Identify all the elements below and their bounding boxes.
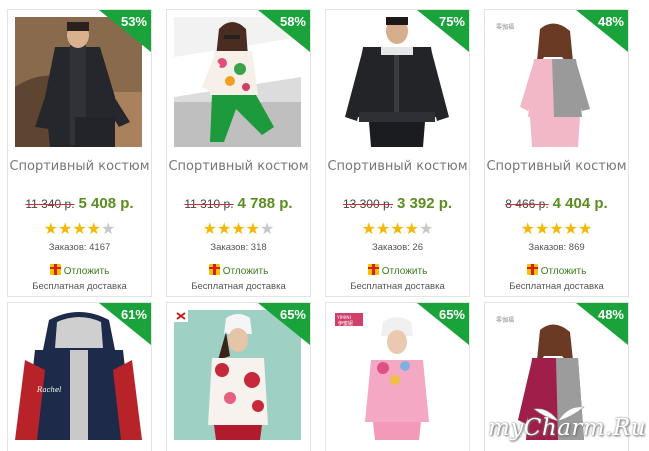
star-icon: ★ [549, 221, 564, 238]
rating-stars: ★★★★★ [485, 222, 628, 238]
old-price: 11 310 р. [184, 197, 234, 211]
discount-badge: 48% [576, 10, 628, 52]
discount-badge: 75% [417, 10, 469, 52]
product-card[interactable]: 58% Спортивный костюм 11 310 р. 4 788 р. … [166, 9, 311, 297]
svg-text:零伽福: 零伽福 [496, 316, 514, 324]
star-icon: ★ [43, 221, 58, 238]
star-icon: ★ [404, 221, 420, 238]
rating-stars: ★★★★★ [167, 222, 310, 238]
price-block: 11 340 р. 5 408 р. [8, 195, 151, 213]
shipping-info: Бесплатная доставка [509, 281, 604, 292]
defer-link[interactable]: Отложить [8, 264, 151, 277]
defer-label[interactable]: Отложить [541, 266, 587, 277]
product-title[interactable]: Спортивный костюм [8, 159, 151, 174]
product-card[interactable]: Rachel 61% [7, 302, 152, 451]
shipping-info: Бесплатная доставка [350, 281, 445, 292]
star-icon: ★ [72, 221, 87, 238]
current-price: 4 788 р. [237, 195, 293, 212]
current-price: 4 404 р. [552, 195, 608, 212]
product-card[interactable]: 53% Спортивный костюм 11 340 р. 5 408 р. … [7, 9, 152, 297]
defer-label[interactable]: Отложить [223, 266, 269, 277]
gift-icon [526, 264, 538, 275]
current-price: 5 408 р. [78, 195, 134, 212]
product-card[interactable]: YIMINI 伊蜜妮 65% [325, 302, 470, 451]
defer-label[interactable]: Отложить [64, 266, 110, 277]
shipping-info: Бесплатная доставка [32, 281, 127, 292]
star-icon: ★ [231, 221, 246, 238]
gift-icon [208, 264, 220, 275]
old-price: 8 466 р. [505, 197, 549, 211]
star-icon: ★ [361, 221, 376, 238]
rating-stars: ★★★★★ [326, 222, 469, 238]
gift-icon [367, 264, 379, 275]
star-icon: ★ [578, 221, 593, 238]
old-price: 13 300 р. [342, 197, 393, 211]
star-icon: ★ [202, 221, 217, 238]
orders-count: Заказов: 4167 [48, 242, 111, 253]
price-block: 11 310 р. 4 788 р. [167, 195, 310, 213]
product-title[interactable]: Спортивный костюм [326, 159, 469, 174]
rating-stars: ★★★★★ [8, 222, 151, 238]
price-block: 13 300 р. 3 392 р. [326, 195, 469, 213]
star-empty-icon: ★ [260, 221, 275, 238]
star-icon: ★ [563, 221, 579, 238]
orders-count: Заказов: 869 [528, 242, 585, 253]
watermark-text: myCharm.Ru [488, 415, 647, 441]
discount-badge: 65% [258, 303, 310, 345]
star-empty-icon: ★ [419, 221, 434, 238]
orders-count: Заказов: 318 [210, 242, 267, 253]
product-title[interactable]: Спортивный костюм [485, 159, 628, 174]
defer-link[interactable]: Отложить [167, 264, 310, 277]
svg-text:零伽福: 零伽福 [496, 23, 514, 31]
star-icon: ★ [390, 221, 405, 238]
star-icon: ★ [216, 221, 232, 238]
star-icon: ★ [375, 221, 391, 238]
product-card[interactable]: 75% Спортивный костюм 13 300 р. 3 392 р. … [325, 9, 470, 297]
site-watermark: myCharm.Ru [478, 403, 648, 451]
product-card[interactable]: 零伽福 48% Спортивный костюм 8 466 р. 4 404 … [484, 9, 629, 297]
star-icon: ★ [520, 221, 535, 238]
star-icon: ★ [86, 221, 102, 238]
discount-badge: 48% [576, 303, 628, 345]
gift-icon [49, 264, 61, 275]
current-price: 3 392 р. [397, 195, 453, 212]
star-icon: ★ [245, 221, 261, 238]
star-icon: ★ [534, 221, 550, 238]
product-card[interactable]: 65% [166, 302, 311, 451]
shipping-info: Бесплатная доставка [191, 281, 286, 292]
svg-text:伊蜜妮: 伊蜜妮 [338, 320, 353, 327]
discount-badge: 61% [99, 303, 151, 345]
product-title[interactable]: Спортивный костюм [167, 159, 310, 174]
star-empty-icon: ★ [101, 221, 116, 238]
discount-badge: 58% [258, 10, 310, 52]
defer-link[interactable]: Отложить [326, 264, 469, 277]
defer-link[interactable]: Отложить [485, 264, 628, 277]
svg-text:Rachel: Rachel [36, 386, 61, 394]
star-icon: ★ [57, 221, 73, 238]
price-block: 8 466 р. 4 404 р. [485, 195, 628, 213]
old-price: 11 340 р. [25, 197, 75, 211]
orders-count: Заказов: 26 [372, 242, 423, 253]
discount-badge: 53% [99, 10, 151, 52]
defer-label[interactable]: Отложить [382, 266, 428, 277]
discount-badge: 65% [417, 303, 469, 345]
